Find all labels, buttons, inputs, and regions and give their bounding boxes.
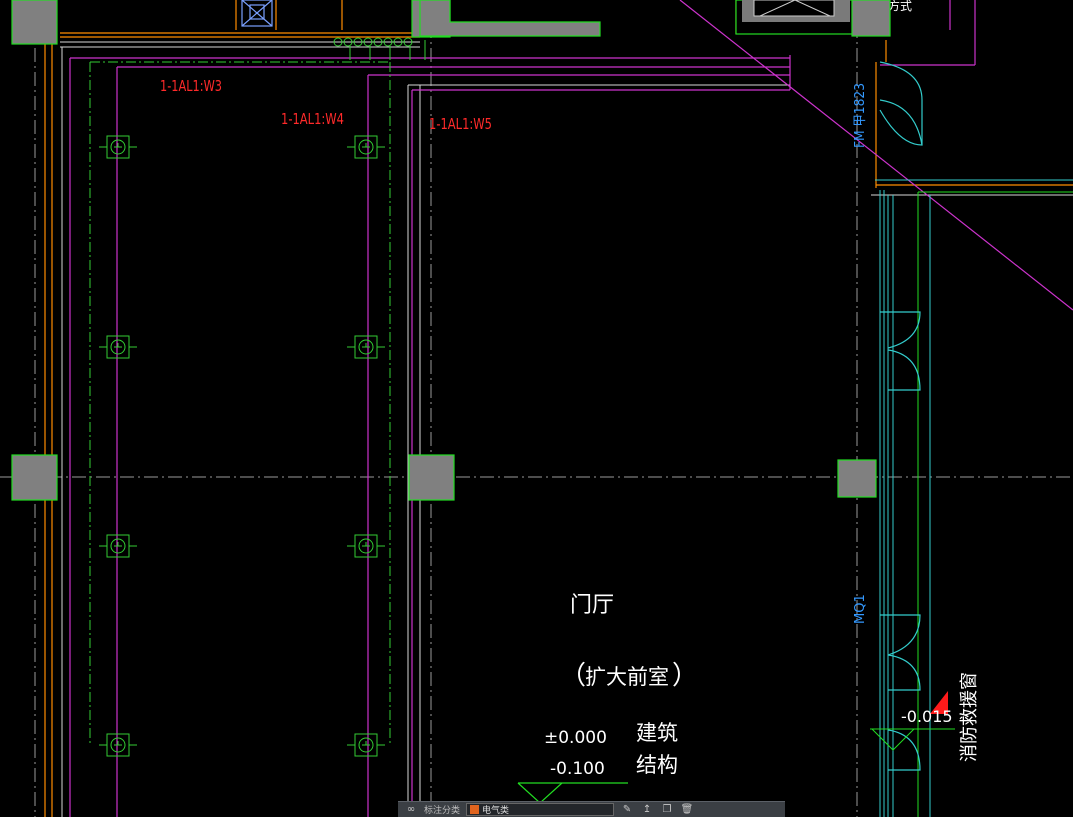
light-fixture [347, 534, 385, 558]
window-elevation-symbol [870, 728, 955, 751]
rescue-window-label: 消防救援窗 [959, 672, 980, 762]
column [851, 0, 891, 37]
elevation-symbol [517, 782, 628, 804]
axis-lines [0, 0, 1073, 817]
delete-icon[interactable]: 🗑 [680, 804, 694, 816]
layer-category-value: 电气类 [482, 806, 510, 816]
annotation-toolbar: ∞ 标注分类 电气类 ✎ ↥ ❐ 🗑 [398, 801, 785, 817]
door-swings [879, 61, 923, 771]
wall-outlines [44, 0, 1073, 817]
wall-segment-top [419, 0, 601, 37]
light-fixture [347, 135, 385, 159]
elevation-architectural-label: 建筑 [636, 721, 678, 745]
room-subtitle-open-paren: （ [560, 661, 586, 691]
upload-icon[interactable]: ↥ [640, 804, 654, 816]
lighting-zone-outline [89, 61, 391, 745]
window-elevation: -0.015 [901, 707, 953, 726]
layer-category-select[interactable]: 电气类 [466, 803, 615, 816]
link-icon[interactable]: ∞ [404, 804, 418, 816]
light-fixture [99, 534, 137, 558]
elevation-structural: -0.100 [550, 759, 605, 779]
column [408, 454, 455, 501]
room-subtitle: 扩大前室 [585, 665, 669, 689]
wall-lines-white [60, 41, 1073, 817]
cable-markers [333, 37, 426, 60]
elevation-structural-label: 结构 [636, 753, 678, 777]
svg-text:方式: 方式 [888, 0, 912, 13]
circuit-label-w3: 1-1AL1:W3 [160, 77, 222, 95]
light-fixture [99, 335, 137, 359]
layer-category-label: 标注分类 [424, 806, 461, 816]
equipment-box [241, 0, 273, 27]
column [11, 0, 58, 45]
layer-color-swatch [470, 805, 480, 814]
light-fixture [347, 733, 385, 757]
circuit-label-w5: 1-1AL1:W5 [429, 115, 492, 133]
door-label-fm: FM 甲1823 [853, 83, 868, 148]
light-fixture [99, 135, 137, 159]
light-fixture [347, 335, 385, 359]
light-fixtures [99, 135, 385, 757]
copy-icon[interactable]: ❐ [660, 804, 674, 816]
column [11, 454, 58, 501]
circuit-label-w4: 1-1AL1:W4 [281, 110, 344, 128]
light-fixture [99, 733, 137, 757]
door-label-mq: MQ1 [853, 594, 868, 624]
elevation-architectural: ±0.000 [544, 728, 607, 748]
room-subtitle-close-paren: ） [672, 661, 698, 691]
cad-drawing-canvas[interactable]: 方式 1-1AL1:W3 1-1AL1:W4 1-1AL1:W5 FM 甲182… [0, 0, 1073, 817]
edit-icon[interactable]: ✎ [620, 804, 634, 816]
room-name: 门厅 [570, 593, 614, 618]
column [837, 459, 877, 498]
